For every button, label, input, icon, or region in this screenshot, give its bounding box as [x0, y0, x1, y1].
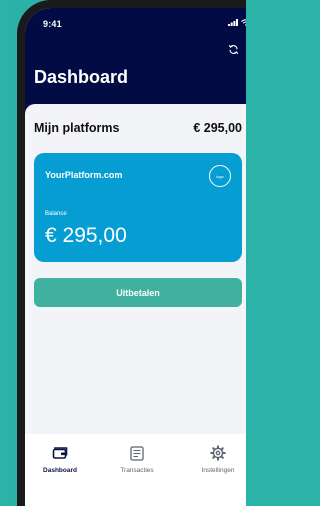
- gear-icon: [210, 445, 226, 461]
- wallet-icon: [52, 447, 68, 459]
- platform-logo: logo: [209, 165, 231, 187]
- tab-instellingen-label: Instellingen: [201, 467, 235, 474]
- tab-transacties[interactable]: Transacties: [107, 444, 167, 484]
- platforms-title: Mijn platforms: [34, 121, 120, 135]
- balance-label: Balance: [45, 211, 67, 217]
- platform-logo-text: logo: [216, 173, 224, 179]
- page-title: Dashboard: [34, 67, 129, 87]
- tab-dashboard[interactable]: Dashboard: [30, 444, 90, 484]
- payout-button[interactable]: Uitbetalen: [34, 278, 242, 307]
- phone-screen: 9:41 Dashboard Mijn platforms € 295,00 Y…: [25, 8, 246, 506]
- tab-bar: Dashboard Transacties Instellingen: [25, 434, 246, 506]
- stage: 9:41 Dashboard Mijn platforms € 295,00 Y…: [0, 0, 246, 506]
- receipt-icon: [130, 445, 144, 461]
- tab-dashboard-label: Dashboard: [43, 467, 77, 474]
- status-time: 9:41: [43, 19, 62, 29]
- platform-card[interactable]: YourPlatform.com logo Balance € 295,00: [34, 153, 242, 262]
- balance-value: € 295,00: [45, 224, 127, 247]
- wifi-icon: [241, 19, 246, 26]
- platform-name: YourPlatform.com: [45, 170, 123, 180]
- status-bar: 9:41: [25, 8, 246, 36]
- signal-icon: [228, 19, 238, 26]
- platforms-section-header: Mijn platforms € 295,00: [34, 121, 242, 135]
- tab-transacties-label: Transacties: [120, 467, 154, 474]
- tab-instellingen[interactable]: Instellingen: [188, 444, 246, 484]
- status-icons: [228, 19, 246, 26]
- platforms-total: € 295,00: [193, 121, 242, 135]
- refresh-icon[interactable]: [228, 44, 239, 55]
